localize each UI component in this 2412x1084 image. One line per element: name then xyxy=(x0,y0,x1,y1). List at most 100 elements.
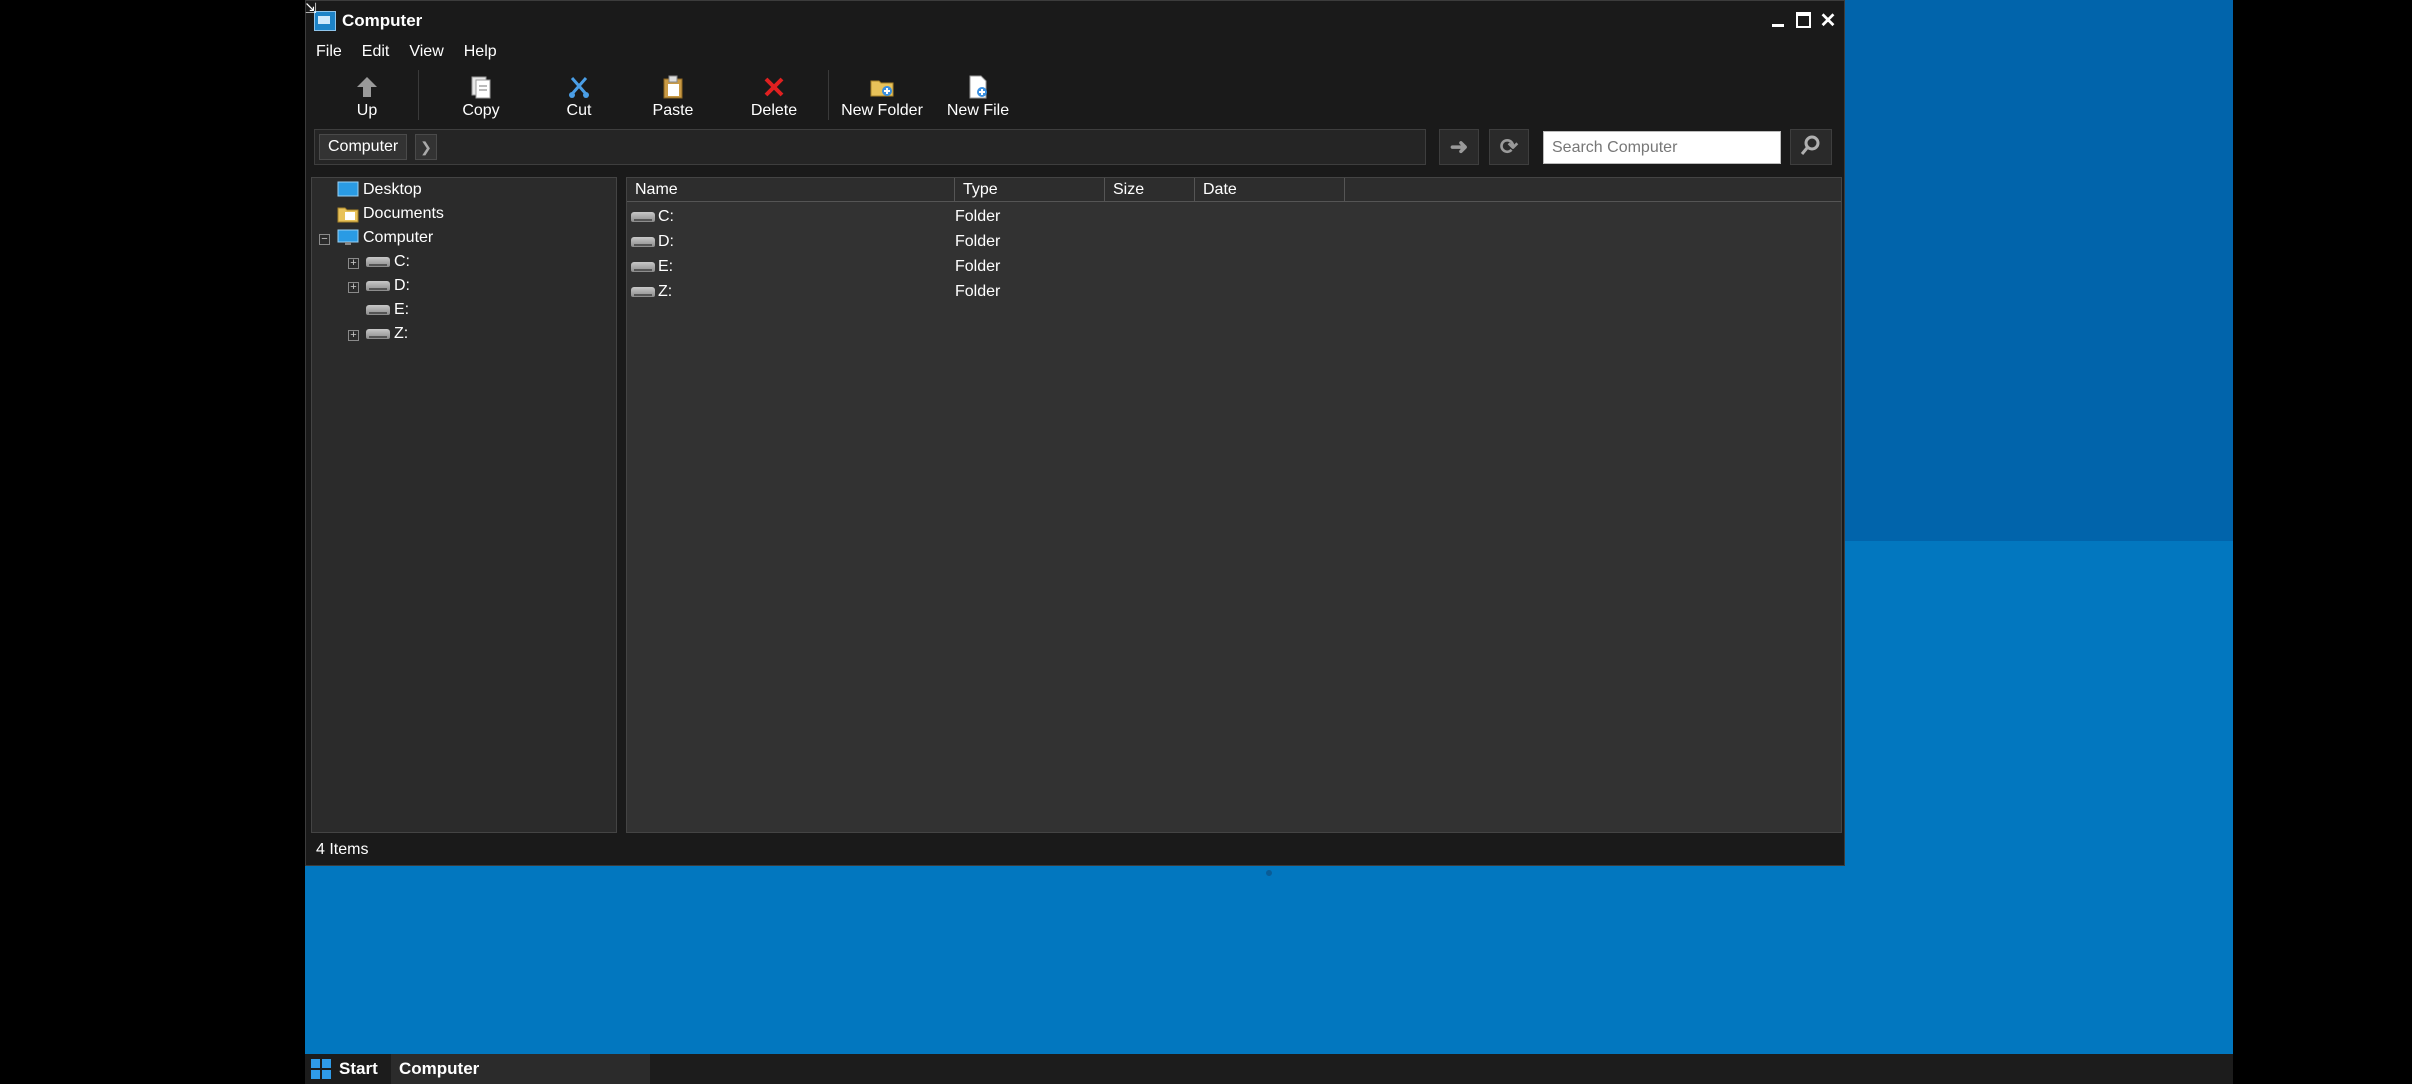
item-name: D: xyxy=(658,232,674,250)
copy-icon xyxy=(468,74,494,100)
column-header-date[interactable]: Date xyxy=(1195,178,1345,202)
delete-button[interactable]: Delete xyxy=(744,68,804,120)
tree-label: C: xyxy=(394,253,410,270)
computer-icon xyxy=(314,11,336,31)
file-list: Name Type Size Date C: Folder D: Folder … xyxy=(626,177,1842,833)
column-header-type[interactable]: Type xyxy=(955,178,1105,202)
search-input[interactable] xyxy=(1543,131,1781,164)
list-item[interactable]: Z: Folder xyxy=(627,279,1841,304)
collapse-computer-toggle[interactable]: − xyxy=(319,234,330,245)
drive-icon xyxy=(366,279,390,293)
menu-bar: File Edit View Help xyxy=(306,41,1844,63)
file-explorer-window: Computer ✕ File Edit View Help Up Copy C… xyxy=(305,0,1845,866)
toolbar: Up Copy Cut Paste Delete New Folder New … xyxy=(306,64,1844,122)
desktop-marker xyxy=(1266,870,1272,876)
start-button[interactable]: Start xyxy=(305,1054,390,1084)
title-bar[interactable]: Computer ✕ xyxy=(306,1,1844,41)
tree-label: Computer xyxy=(363,229,434,246)
item-type: Folder xyxy=(955,258,1001,275)
list-item[interactable]: E: Folder xyxy=(627,254,1841,279)
cut-label: Cut xyxy=(566,102,592,119)
scissors-icon xyxy=(566,74,592,100)
menu-file[interactable]: File xyxy=(306,41,352,63)
address-bar[interactable]: Computer ❯ xyxy=(314,129,1426,165)
search-icon xyxy=(1800,134,1822,161)
drive-icon xyxy=(366,255,390,269)
tree-item-computer[interactable]: Computer xyxy=(337,227,433,249)
new-folder-button[interactable]: New Folder xyxy=(836,68,928,120)
tree-label: Z: xyxy=(394,325,409,342)
maximize-button[interactable] xyxy=(1791,7,1815,33)
cut-button[interactable]: Cut xyxy=(554,68,604,120)
tree-label: E: xyxy=(394,301,410,318)
drive-icon xyxy=(631,285,655,299)
item-type: Folder xyxy=(955,208,1001,225)
delete-x-icon xyxy=(761,74,787,100)
drive-icon xyxy=(366,327,390,341)
toolbar-separator xyxy=(828,70,829,120)
paste-button[interactable]: Paste xyxy=(646,68,700,120)
tree-item-drive-c[interactable]: C: xyxy=(366,251,410,273)
menu-edit[interactable]: Edit xyxy=(352,41,400,63)
column-header-size[interactable]: Size xyxy=(1105,178,1195,202)
toolbar-separator xyxy=(418,70,419,120)
drive-icon xyxy=(366,303,390,317)
new-folder-label: New Folder xyxy=(841,102,923,119)
refresh-button[interactable]: ⟳ xyxy=(1489,129,1529,165)
item-type: Folder xyxy=(955,233,1001,250)
item-name: Z: xyxy=(658,282,673,300)
menu-help[interactable]: Help xyxy=(454,41,507,63)
list-item[interactable]: C: Folder xyxy=(627,204,1841,229)
taskbar: Start Computer xyxy=(305,1054,2233,1084)
tree-item-drive-d[interactable]: D: xyxy=(366,275,410,297)
drive-icon xyxy=(631,210,655,224)
close-button[interactable]: ✕ xyxy=(1816,7,1840,33)
menu-view[interactable]: View xyxy=(399,41,453,63)
column-header-name[interactable]: Name xyxy=(627,178,955,202)
minimize-icon xyxy=(1772,23,1784,27)
tree-item-drive-z[interactable]: Z: xyxy=(366,323,408,345)
item-name: E: xyxy=(658,257,674,275)
tree-item-desktop[interactable]: Desktop xyxy=(337,179,422,201)
expand-d-toggle[interactable]: + xyxy=(348,282,359,293)
taskbar-item-computer[interactable]: Computer xyxy=(391,1054,650,1084)
start-logo-icon xyxy=(311,1059,331,1079)
computer-icon xyxy=(337,229,359,245)
tree-item-documents[interactable]: Documents xyxy=(337,203,444,225)
minimize-button[interactable] xyxy=(1766,7,1790,33)
up-label: Up xyxy=(356,102,378,119)
list-item[interactable]: D: Folder xyxy=(627,229,1841,254)
item-name: C: xyxy=(658,207,674,225)
up-button[interactable]: Up xyxy=(344,68,390,120)
up-arrow-icon xyxy=(354,74,380,100)
window-title: Computer xyxy=(342,11,423,30)
new-folder-icon xyxy=(869,74,895,100)
tree-label: D: xyxy=(394,277,410,294)
search-button[interactable] xyxy=(1790,129,1832,165)
new-file-label: New File xyxy=(946,102,1010,119)
new-file-button[interactable]: New File xyxy=(944,68,1012,120)
expand-c-toggle[interactable]: + xyxy=(348,258,359,269)
drive-icon xyxy=(631,260,655,274)
go-button[interactable]: ➜ xyxy=(1439,129,1479,165)
status-bar: 4 Items xyxy=(306,837,1844,863)
breadcrumb-chevron-icon[interactable]: ❯ xyxy=(415,134,437,160)
delete-label: Delete xyxy=(750,102,798,119)
breadcrumb-computer[interactable]: Computer xyxy=(319,134,408,160)
expand-z-toggle[interactable]: + xyxy=(348,330,359,341)
arrow-right-icon: ➜ xyxy=(1449,134,1469,159)
cursor-icon: ⇲ xyxy=(305,0,317,16)
drive-icon xyxy=(631,235,655,249)
tree-label: Desktop xyxy=(363,181,422,198)
clipboard-icon xyxy=(660,74,686,100)
paste-label: Paste xyxy=(652,102,694,119)
copy-button[interactable]: Copy xyxy=(452,68,510,120)
tree-item-drive-e[interactable]: E: xyxy=(366,299,409,321)
item-type: Folder xyxy=(955,283,1001,300)
copy-label: Copy xyxy=(462,102,500,119)
start-label: Start xyxy=(339,1059,378,1078)
refresh-icon: ⟳ xyxy=(1499,134,1519,159)
close-icon: ✕ xyxy=(1819,9,1837,32)
desktop-icon xyxy=(337,181,359,197)
tree-label: Documents xyxy=(363,205,444,222)
